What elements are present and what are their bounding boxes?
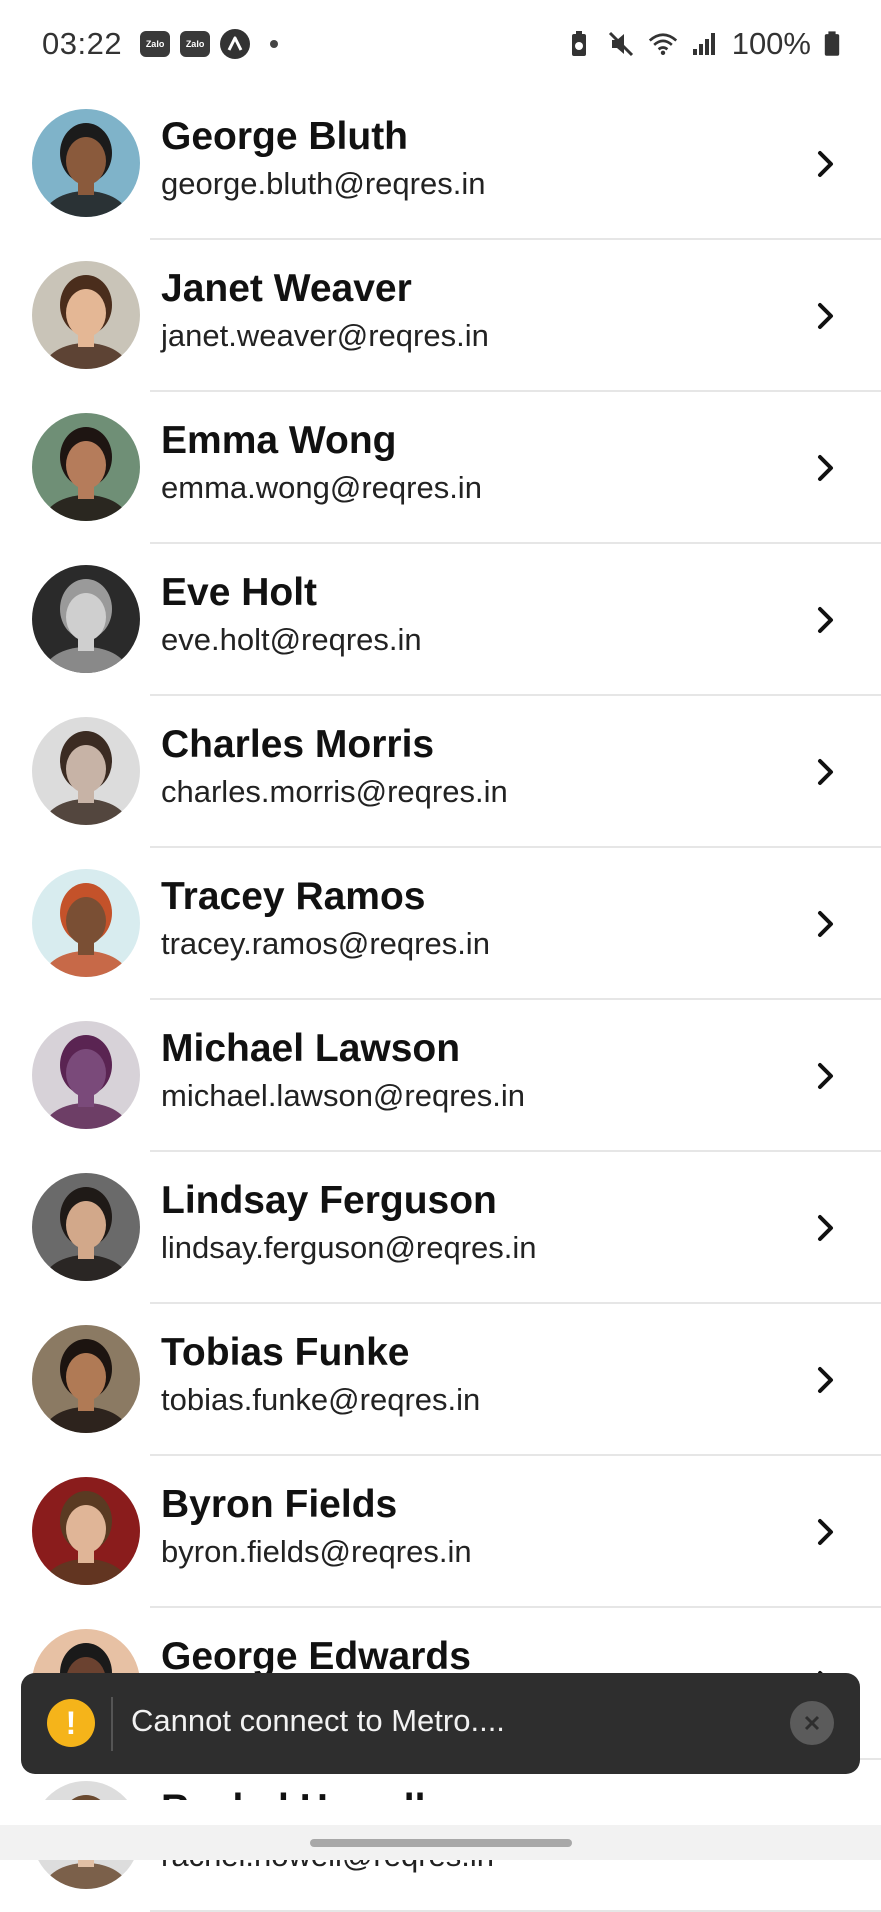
battery-percent: 100% — [731, 26, 811, 61]
chevron-right-icon — [811, 752, 841, 792]
avatar — [32, 869, 140, 977]
user-email: janet.weaver@reqres.in — [161, 318, 489, 353]
avatar — [32, 1173, 140, 1281]
user-email: tracey.ramos@reqres.in — [161, 926, 490, 961]
mute-icon — [608, 31, 633, 57]
toast-divider — [111, 1697, 113, 1751]
battery-saver-icon — [571, 31, 586, 56]
user-email: byron.fields@reqres.in — [161, 1534, 472, 1569]
user-email: lindsay.ferguson@reqres.in — [161, 1230, 537, 1265]
warning-icon: ! — [47, 1699, 95, 1747]
signal-icon — [692, 33, 715, 55]
chevron-right-icon — [811, 600, 841, 640]
user-list-item[interactable]: Charles Morris charles.morris@reqres.in — [0, 696, 881, 848]
user-name: Byron Fields — [161, 1483, 398, 1526]
chevron-right-icon — [811, 1512, 841, 1552]
avatar — [32, 1325, 140, 1433]
user-name: Janet Weaver — [161, 267, 412, 310]
avatar — [32, 261, 140, 369]
user-list-item[interactable]: Tracey Ramos tracey.ramos@reqres.in — [0, 848, 881, 1000]
toast-message: Cannot connect to Metro.... — [131, 1703, 505, 1738]
chevron-right-icon — [811, 904, 841, 944]
user-name: Tobias Funke — [161, 1331, 410, 1374]
user-name: George Bluth — [161, 115, 409, 158]
user-name: Tracey Ramos — [161, 875, 426, 918]
user-list-item[interactable]: Eve Holt eve.holt@reqres.in — [0, 544, 881, 696]
user-list-item[interactable]: George Bluth george.bluth@reqres.in — [0, 88, 881, 240]
avatar — [32, 717, 140, 825]
user-name: Michael Lawson — [161, 1027, 461, 1070]
user-email: tobias.funke@reqres.in — [161, 1382, 481, 1417]
chevron-right-icon — [811, 144, 841, 184]
user-list-item[interactable]: Emma Wong emma.wong@reqres.in — [0, 392, 881, 544]
user-list-item[interactable]: Michael Lawson michael.lawson@reqres.in — [0, 1000, 881, 1152]
wifi-icon — [648, 33, 677, 56]
home-gesture-handle[interactable] — [310, 1839, 572, 1847]
user-list-item[interactable]: Tobias Funke tobias.funke@reqres.in — [0, 1304, 881, 1456]
zalo-notification-icon: Zalo — [140, 31, 171, 57]
chevron-right-icon — [811, 1056, 841, 1096]
user-name: Charles Morris — [161, 723, 435, 766]
chevron-right-icon — [811, 1208, 841, 1248]
avatar — [32, 565, 140, 673]
user-email: michael.lawson@reqres.in — [161, 1078, 526, 1113]
user-email: george.bluth@reqres.in — [161, 166, 486, 201]
user-email: charles.morris@reqres.in — [161, 774, 508, 809]
user-list[interactable]: George Bluth george.bluth@reqres.in Janet … — [0, 88, 881, 1912]
user-email: eve.holt@reqres.in — [161, 622, 422, 657]
app-a-icon — [220, 29, 251, 59]
avatar — [32, 413, 140, 521]
more-notifications-dot-icon — [270, 40, 279, 48]
user-list-item[interactable]: Byron Fields byron.fields@reqres.in — [0, 1456, 881, 1608]
avatar — [32, 109, 140, 217]
status-bar: 03:22 Zalo Zalo 100% — [0, 0, 881, 88]
metro-error-toast[interactable]: ! Cannot connect to Metro.... — [21, 1673, 860, 1774]
user-name: Eve Holt — [161, 571, 318, 614]
avatar — [32, 1477, 140, 1585]
user-name: Lindsay Ferguson — [161, 1179, 497, 1222]
status-time: 03:22 — [42, 26, 123, 61]
user-email: emma.wong@reqres.in — [161, 470, 482, 505]
avatar — [32, 1021, 140, 1129]
user-list-item[interactable]: Janet Weaver janet.weaver@reqres.in — [0, 240, 881, 392]
close-icon[interactable] — [790, 1701, 834, 1745]
navigation-bar — [0, 1825, 881, 1860]
user-name: Emma Wong — [161, 419, 397, 462]
user-list-item[interactable]: Lindsay Ferguson lindsay.ferguson@reqres.… — [0, 1152, 881, 1304]
chevron-right-icon — [811, 448, 841, 488]
chevron-right-icon — [811, 296, 841, 336]
battery-icon — [824, 31, 840, 56]
zalo-notification-icon: Zalo — [180, 31, 211, 57]
chevron-right-icon — [811, 1360, 841, 1400]
